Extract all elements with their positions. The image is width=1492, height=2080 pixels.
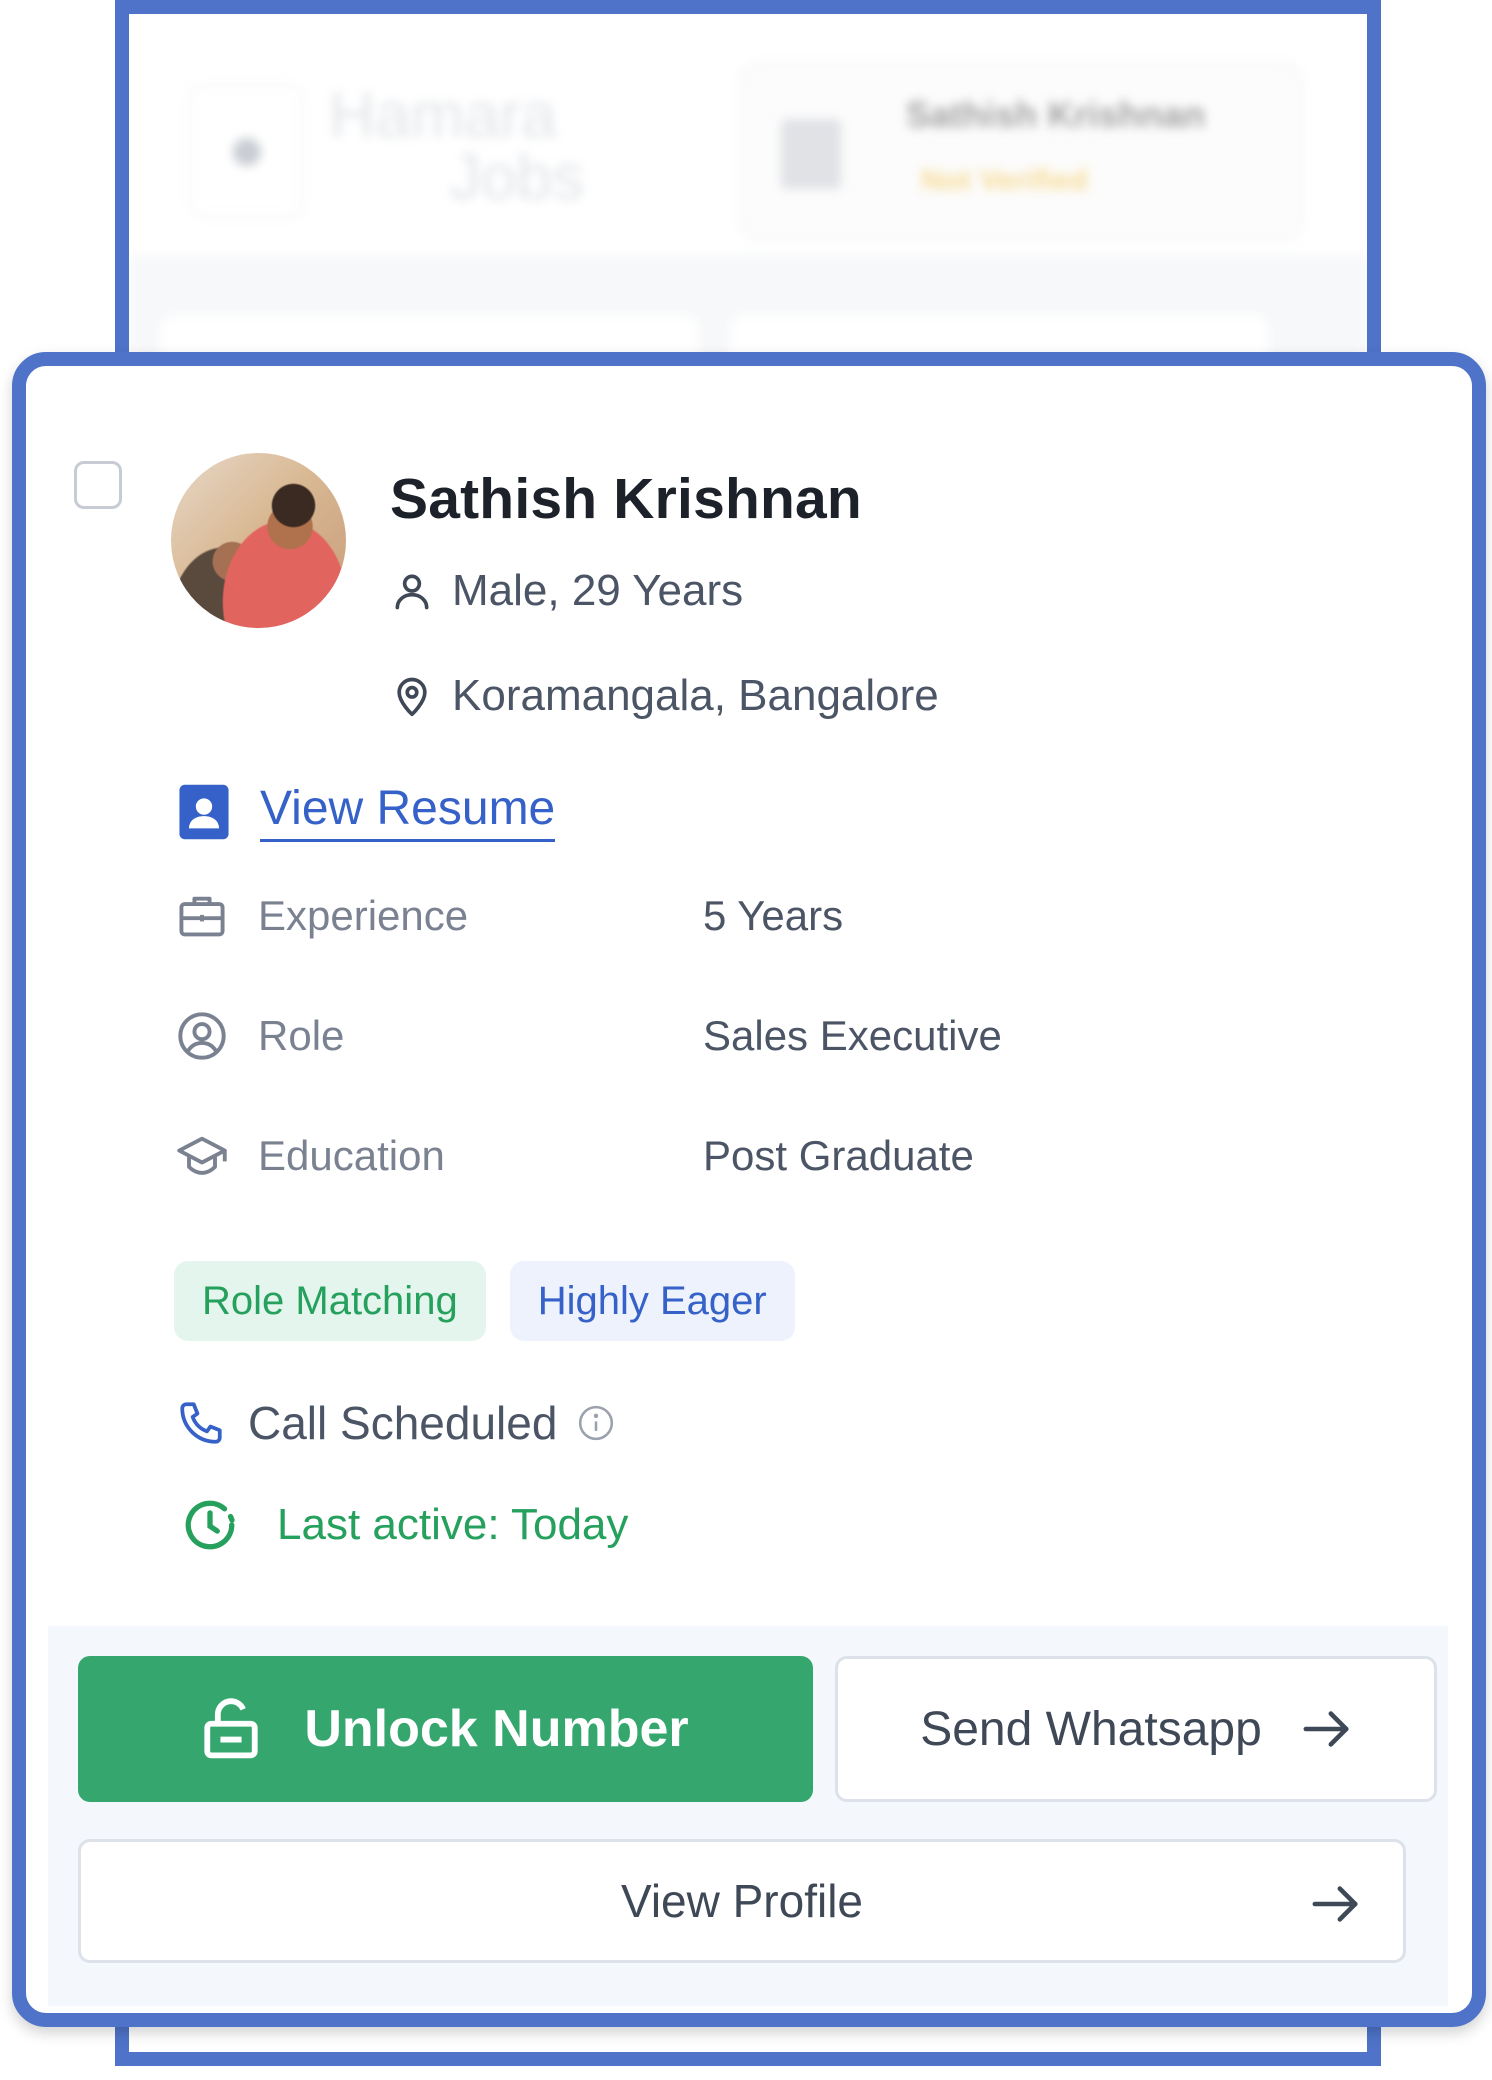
detail-label: Role	[258, 1012, 345, 1059]
candidate-card: Sathish Krishnan Male, 29 Years Koramang…	[12, 352, 1486, 2027]
background-user-chip: Sathish Krishnan Not Verified	[739, 62, 1303, 241]
background-user-name: Sathish Krishnan	[906, 94, 1206, 135]
last-active-text: Last active: Today	[277, 1500, 629, 1549]
call-status-text: Call Scheduled	[248, 1397, 558, 1449]
background-user-status: Not Verified	[921, 164, 1088, 197]
detail-value: 5 Years	[703, 892, 844, 939]
logo-line-2: Jobs	[449, 141, 585, 213]
user-circle-icon	[178, 1012, 226, 1060]
briefcase-icon	[179, 896, 225, 937]
info-icon[interactable]	[577, 1404, 615, 1442]
location-text: Koramangala, Bangalore	[452, 671, 939, 720]
gender-age-row: Male, 29 Years	[390, 566, 743, 616]
gender-age-text: Male, 29 Years	[452, 566, 744, 615]
last-active-row: Last active: Today	[181, 1496, 628, 1554]
menu-dot-icon	[233, 138, 261, 166]
unlock-icon	[204, 1698, 258, 1759]
send-whatsapp-button[interactable]: Send Whatsapp	[835, 1656, 1437, 1802]
tag-highly-eager: Highly Eager	[509, 1261, 795, 1341]
background-logo: Hamara Jobs	[329, 79, 729, 224]
phone-icon	[180, 1402, 222, 1444]
select-checkbox[interactable]	[74, 461, 122, 509]
avatar	[171, 453, 346, 628]
detail-row-role: Role Sales Executive	[176, 1006, 1376, 1066]
view-resume-link[interactable]: View Resume	[176, 781, 556, 842]
detail-label: Education	[258, 1132, 445, 1179]
detail-row-education: Education Post Graduate	[176, 1126, 1376, 1186]
background-menu-button	[189, 84, 303, 218]
detail-row-experience: Experience 5 Years	[176, 886, 1376, 946]
tag-list: Role Matching Highly Eager	[174, 1261, 795, 1341]
candidate-name: Sathish Krishnan	[390, 467, 862, 531]
send-whatsapp-label: Send Whatsapp	[920, 1702, 1262, 1756]
person-icon	[395, 574, 429, 610]
location-row: Koramangala, Bangalore	[390, 671, 939, 721]
clock-icon	[185, 1500, 235, 1550]
document-icon	[781, 119, 841, 189]
view-profile-label: View Profile	[620, 1875, 864, 1927]
call-status-row: Call Scheduled	[176, 1396, 615, 1450]
arrow-right-icon	[1312, 1886, 1358, 1922]
action-area: Unlock Number Send Whatsapp View Profile	[48, 1626, 1448, 2006]
arrow-right-icon	[1303, 1711, 1349, 1747]
detail-value: Sales Executive	[703, 1012, 1002, 1059]
view-resume-label: View Resume	[260, 781, 556, 842]
detail-label: Experience	[258, 892, 469, 939]
logo-line-1: Hamara	[329, 79, 557, 151]
resume-icon	[179, 784, 229, 839]
tag-role-matching: Role Matching	[174, 1261, 486, 1341]
detail-value: Post Graduate	[703, 1132, 974, 1179]
location-pin-icon	[397, 677, 427, 717]
graduation-cap-icon	[177, 1136, 227, 1175]
view-profile-button[interactable]: View Profile	[78, 1839, 1406, 1963]
unlock-number-button[interactable]: Unlock Number	[78, 1656, 813, 1802]
unlock-number-label: Unlock Number	[304, 1700, 689, 1758]
